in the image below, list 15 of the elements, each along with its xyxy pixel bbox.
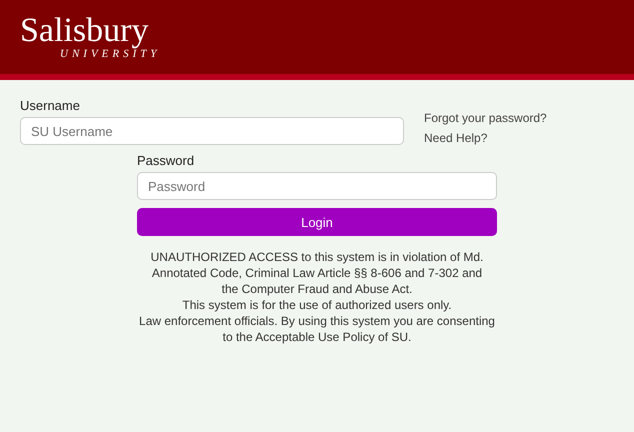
- warning-text: UNAUTHORIZED ACCESS to this system is in violation of Md.: [150, 250, 484, 264]
- warning-text: Annotated Code, Criminal Law Article §§ 8-606 and 7-302 and: [152, 266, 482, 280]
- password-label: Password: [137, 153, 196, 168]
- logo-subtitle: UNIVERSITY: [60, 48, 160, 60]
- warning-text: Law enforcement officials. By using this system you are consenting: [139, 314, 495, 328]
- warning-text: to the Acceptable Use Policy of SU.: [222, 330, 412, 344]
- login-button[interactable]: Login: [137, 208, 497, 236]
- warning-text: the Computer Fraud and Abuse Act.: [222, 282, 412, 296]
- warning-text: This system is for the use of authorized users only.: [182, 298, 452, 312]
- password-field[interactable]: Password: [137, 172, 497, 200]
- username-label: Username: [20, 98, 81, 113]
- need-help-link[interactable]: Need Help?: [424, 131, 614, 145]
- username-field[interactable]: SU Username: [20, 117, 404, 145]
- forgot-password-link[interactable]: Forgot your password?: [424, 111, 614, 125]
- logo-text: Salisbury: [20, 14, 150, 48]
